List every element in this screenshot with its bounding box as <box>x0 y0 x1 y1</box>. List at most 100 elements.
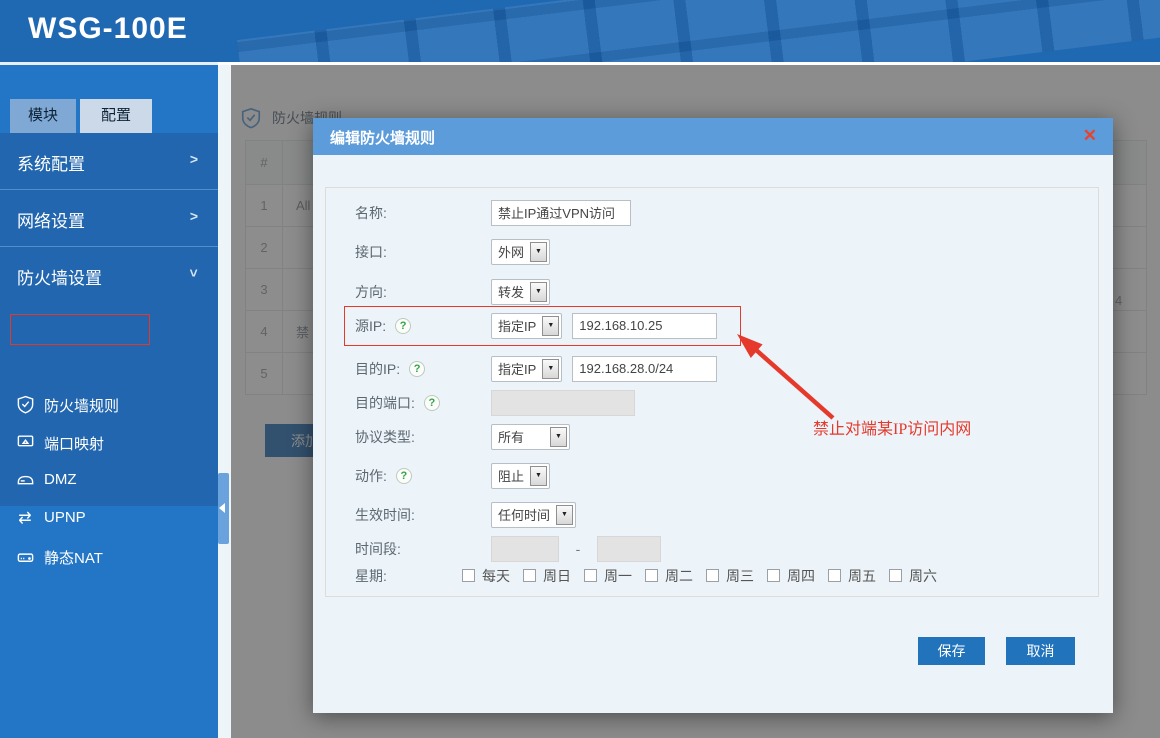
form-row-interface: 接口: 外网 ▼ <box>355 238 550 265</box>
sidebar-menu: 系统配置 > 网络设置 > 防火墙设置 > 防火墙规则 <box>0 133 218 506</box>
time-from-input <box>491 536 559 562</box>
protocol-label: 协议类型: <box>355 427 491 447</box>
menu-label: 网络设置 <box>17 207 85 232</box>
chevron-right-icon: > <box>190 151 198 167</box>
sidebar-submenu: 防火墙规则 端口映射 DMZ <box>0 378 218 576</box>
app-title: WSG-100E <box>28 12 188 46</box>
dropdown-arrow-icon: ▼ <box>530 242 547 262</box>
time-to-input <box>597 536 661 562</box>
sidebar-gutter <box>218 65 231 738</box>
help-icon[interactable]: ? <box>424 395 440 411</box>
week-option-everyday: 每天 <box>462 566 510 586</box>
keyboard-background-decoration <box>237 0 1160 62</box>
form-row-dest-ip: 目的IP: ? 指定IP ▼ <box>355 355 717 382</box>
week-option-wednesday: 周三 <box>706 566 754 586</box>
direction-label: 方向: <box>355 282 491 302</box>
static-nat-router-icon <box>14 545 36 567</box>
checkbox[interactable] <box>645 569 658 582</box>
dropdown-arrow-icon: ▼ <box>542 359 559 379</box>
chevron-right-icon: > <box>190 208 198 224</box>
form-row-action: 动作: ? 阻止 ▼ <box>355 462 550 489</box>
sidebar: 模块 配置 系统配置 > 网络设置 > 防火墙设置 > 防火墙规则 <box>0 65 218 738</box>
menu-label: 系统配置 <box>17 150 85 175</box>
sidebar-tab-config[interactable]: 配置 <box>80 99 152 133</box>
action-select[interactable]: 阻止 ▼ <box>491 463 550 489</box>
menu-label: 防火墙设置 <box>17 264 102 289</box>
cancel-button[interactable]: 取消 <box>1006 637 1075 665</box>
time-range-label: 时间段: <box>355 539 491 559</box>
sidebar-tab-module[interactable]: 模块 <box>10 99 76 133</box>
chevron-down-icon: > <box>186 269 202 277</box>
direction-select[interactable]: 转发 ▼ <box>491 279 550 305</box>
edit-firewall-rule-dialog: 编辑防火墙规则 ✕ 名称: 接口: 外网 ▼ 方向: 转发 ▼ 源IP: ? 指… <box>313 118 1113 713</box>
week-option-friday: 周五 <box>828 566 876 586</box>
submenu-label: DMZ <box>44 471 77 488</box>
checkbox[interactable] <box>889 569 902 582</box>
checkbox[interactable] <box>828 569 841 582</box>
dropdown-arrow-icon: ▼ <box>530 282 547 302</box>
help-icon[interactable]: ? <box>396 468 412 484</box>
submenu-label: 端口映射 <box>44 433 104 454</box>
dropdown-arrow-icon: ▼ <box>550 427 567 447</box>
dialog-header: 编辑防火墙规则 ✕ <box>313 118 1113 155</box>
week-option-monday: 周一 <box>584 566 632 586</box>
source-ip-input[interactable] <box>572 313 717 339</box>
checkbox[interactable] <box>584 569 597 582</box>
dmz-device-icon <box>14 469 36 491</box>
checkbox[interactable] <box>706 569 719 582</box>
checkbox[interactable] <box>462 569 475 582</box>
action-label: 动作: <box>355 466 387 486</box>
close-icon[interactable]: ✕ <box>1083 126 1097 146</box>
submenu-label: UPNP <box>44 509 86 526</box>
form-row-name: 名称: <box>355 199 631 226</box>
form-row-time-range: 时间段: - <box>355 535 661 562</box>
shield-check-icon <box>14 393 36 415</box>
sidebar-item-firewall-settings[interactable]: 防火墙设置 > <box>0 247 218 304</box>
sidebar-item-network-settings[interactable]: 网络设置 > <box>0 190 218 247</box>
protocol-select[interactable]: 所有 ▼ <box>491 424 570 450</box>
sidebar-collapse-handle[interactable] <box>218 473 229 544</box>
sidebar-item-firewall-rules[interactable]: 防火墙规则 <box>0 386 218 424</box>
time-range-separator: - <box>559 541 597 557</box>
app-header: WSG-100E <box>0 0 1160 62</box>
week-option-tuesday: 周二 <box>645 566 693 586</box>
week-option-sunday: 周日 <box>523 566 571 586</box>
source-ip-select[interactable]: 指定IP ▼ <box>491 313 562 339</box>
port-mapping-icon <box>14 431 36 453</box>
form-row-effective-time: 生效时间: 任何时间 ▼ <box>355 501 576 528</box>
submenu-label: 防火墙规则 <box>44 395 119 416</box>
name-label: 名称: <box>355 203 491 223</box>
checkbox[interactable] <box>523 569 536 582</box>
header-underline <box>0 62 218 65</box>
form-row-protocol: 协议类型: 所有 ▼ <box>355 423 570 450</box>
save-button[interactable]: 保存 <box>918 637 985 665</box>
collapse-left-icon <box>219 503 225 513</box>
upnp-arrows-icon: ⇄ <box>14 507 36 529</box>
form-row-source-ip: 源IP: ? 指定IP ▼ <box>355 312 717 339</box>
name-input[interactable] <box>491 200 631 226</box>
sidebar-item-upnp[interactable]: ⇄ UPNP <box>0 500 218 538</box>
sidebar-item-port-mapping[interactable]: 端口映射 <box>0 424 218 462</box>
interface-select[interactable]: 外网 ▼ <box>491 239 550 265</box>
week-label: 星期: <box>355 566 462 586</box>
form-row-direction: 方向: 转发 ▼ <box>355 278 550 305</box>
help-icon[interactable]: ? <box>395 318 411 334</box>
interface-label: 接口: <box>355 242 491 262</box>
sidebar-item-dmz[interactable]: DMZ <box>0 462 218 500</box>
effective-time-label: 生效时间: <box>355 505 491 525</box>
week-option-saturday: 周六 <box>889 566 937 586</box>
submenu-label: 静态NAT <box>44 547 103 568</box>
effective-time-select[interactable]: 任何时间 ▼ <box>491 502 576 528</box>
dropdown-arrow-icon: ▼ <box>530 466 547 486</box>
dest-ip-input[interactable] <box>572 356 717 382</box>
dest-ip-select[interactable]: 指定IP ▼ <box>491 356 562 382</box>
week-option-thursday: 周四 <box>767 566 815 586</box>
annotation-text: 禁止对端某IP访问内网 <box>813 415 971 439</box>
dropdown-arrow-icon: ▼ <box>556 505 573 525</box>
sidebar-item-static-nat[interactable]: 静态NAT <box>0 538 218 576</box>
sidebar-item-system-config[interactable]: 系统配置 > <box>0 133 218 190</box>
help-icon[interactable]: ? <box>409 361 425 377</box>
dest-port-label: 目的端口: <box>355 393 415 413</box>
source-ip-label: 源IP: <box>355 316 386 336</box>
checkbox[interactable] <box>767 569 780 582</box>
